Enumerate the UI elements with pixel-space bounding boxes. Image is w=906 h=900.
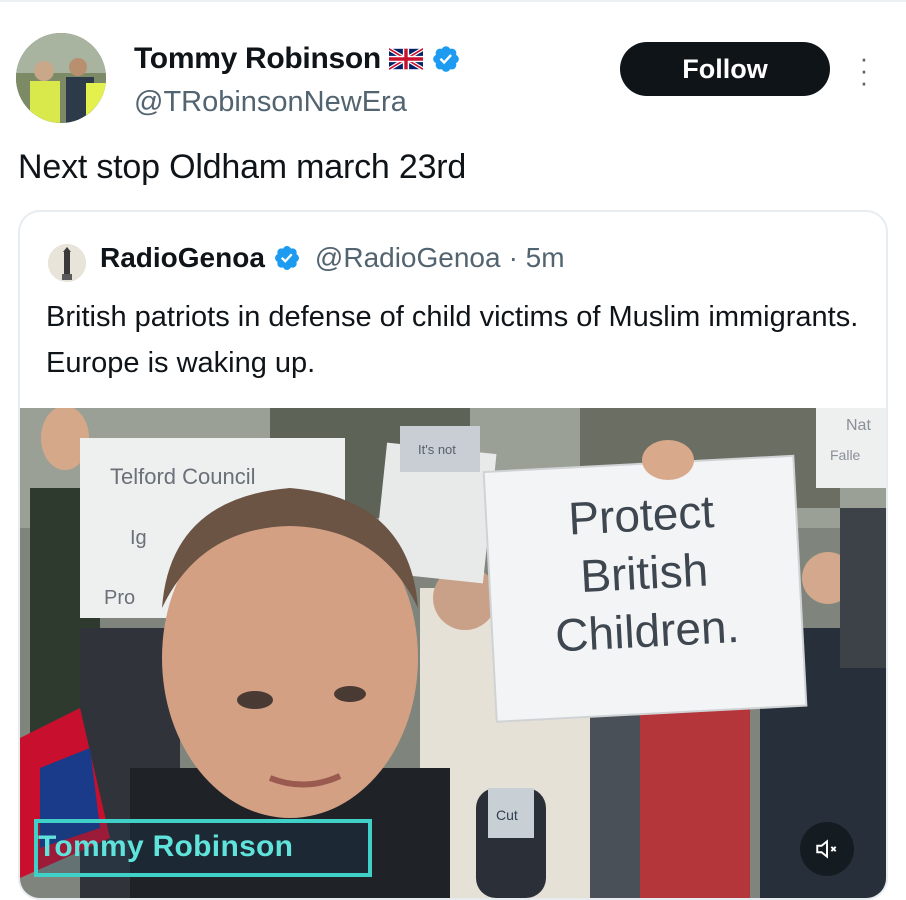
verified-badge-icon: [274, 246, 299, 270]
author-avatar[interactable]: [16, 33, 106, 123]
author-handle[interactable]: @TRobinsonNewEra: [134, 86, 407, 119]
right-sign-text-2: Falle: [830, 447, 861, 463]
uk-flag-icon: [388, 48, 423, 70]
lighthouse-avatar-icon: [48, 244, 86, 282]
author-name[interactable]: Tommy Robinson: [134, 42, 381, 76]
more-options-icon[interactable]: · · ·: [854, 45, 874, 95]
small-sign-text: It's not: [418, 442, 456, 457]
quoted-tweet-text: British patriots in defense of child vic…: [46, 301, 859, 379]
mic-label: Cut: [496, 807, 518, 823]
quoted-author-handle[interactable]: @RadioGenoa: [315, 242, 501, 274]
volume-mute-icon[interactable]: [800, 822, 854, 876]
right-sign-text-1: Nat: [846, 417, 871, 434]
left-sign-text-1: Telford Council: [110, 464, 256, 489]
verified-badge-icon: [433, 46, 459, 72]
quoted-author-avatar[interactable]: [48, 244, 86, 282]
tweet-text: Next stop Oldham march 23rd: [18, 148, 467, 186]
main-sign-line-1: Protect: [567, 485, 715, 545]
follow-button[interactable]: Follow: [620, 42, 830, 96]
top-divider: [0, 0, 906, 8]
left-sign-text-2: Ig: [130, 527, 147, 549]
video-caption: Tommy Robinson: [38, 830, 294, 863]
main-sign-line-3: Children.: [554, 600, 741, 662]
quoted-timestamp[interactable]: · 5m: [509, 242, 565, 274]
author-name-row: Tommy Robinson: [134, 42, 461, 76]
left-sign-text-3: Pro: [104, 587, 135, 609]
main-sign-line-2: British: [579, 543, 709, 602]
avatar-photo: [16, 33, 106, 123]
quoted-tweet-card[interactable]: RadioGenoa @RadioGenoa · 5m British patr…: [18, 210, 888, 900]
quoted-author-name[interactable]: RadioGenoa: [100, 242, 265, 274]
quoted-header: RadioGenoa @RadioGenoa · 5m: [100, 242, 565, 274]
